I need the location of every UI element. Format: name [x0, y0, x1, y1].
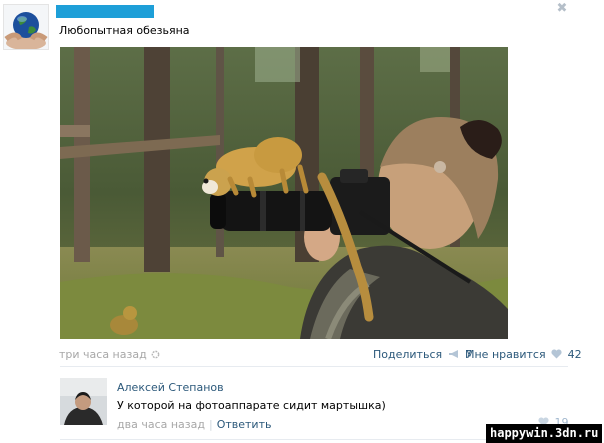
author-name-redacted[interactable]: [56, 5, 154, 18]
post-time[interactable]: три часа назад: [59, 348, 160, 361]
post-text: Любопытная обезьяна: [59, 24, 190, 37]
comment-separator: |: [208, 418, 213, 431]
divider: [60, 366, 568, 367]
like-label: Мне нравится: [465, 348, 546, 361]
comment-text: У которой на фотоаппарате сидит мартышка…: [117, 399, 386, 412]
site-watermark: happywin.3dn.ru: [486, 424, 603, 443]
author-avatar[interactable]: [3, 4, 49, 50]
comment-author-avatar[interactable]: [60, 378, 107, 425]
comment-time[interactable]: два часа назад: [117, 418, 205, 431]
wall-post: Любопытная обезьяна ✖ три часа назад Под…: [0, 0, 590, 443]
like-count: 42: [567, 348, 582, 361]
reply-button[interactable]: Ответить: [217, 418, 272, 431]
megaphone-icon: [448, 350, 458, 358]
post-photo[interactable]: [60, 47, 508, 339]
like-button[interactable]: Мне нравится 42: [465, 348, 582, 361]
close-icon[interactable]: ✖: [556, 2, 568, 15]
comment-author-name[interactable]: Алексей Степанов: [117, 381, 224, 394]
share-button[interactable]: Поделиться 7: [373, 348, 472, 361]
person-photo-icon: [60, 378, 107, 425]
comment-meta: два часа назад | Ответить: [117, 418, 271, 431]
heart-icon: [551, 349, 562, 359]
share-label: Поделиться: [373, 348, 443, 361]
refresh-icon: [151, 350, 160, 359]
post-time-text[interactable]: три часа назад: [59, 348, 147, 361]
globe-in-hands-icon: [4, 5, 48, 49]
